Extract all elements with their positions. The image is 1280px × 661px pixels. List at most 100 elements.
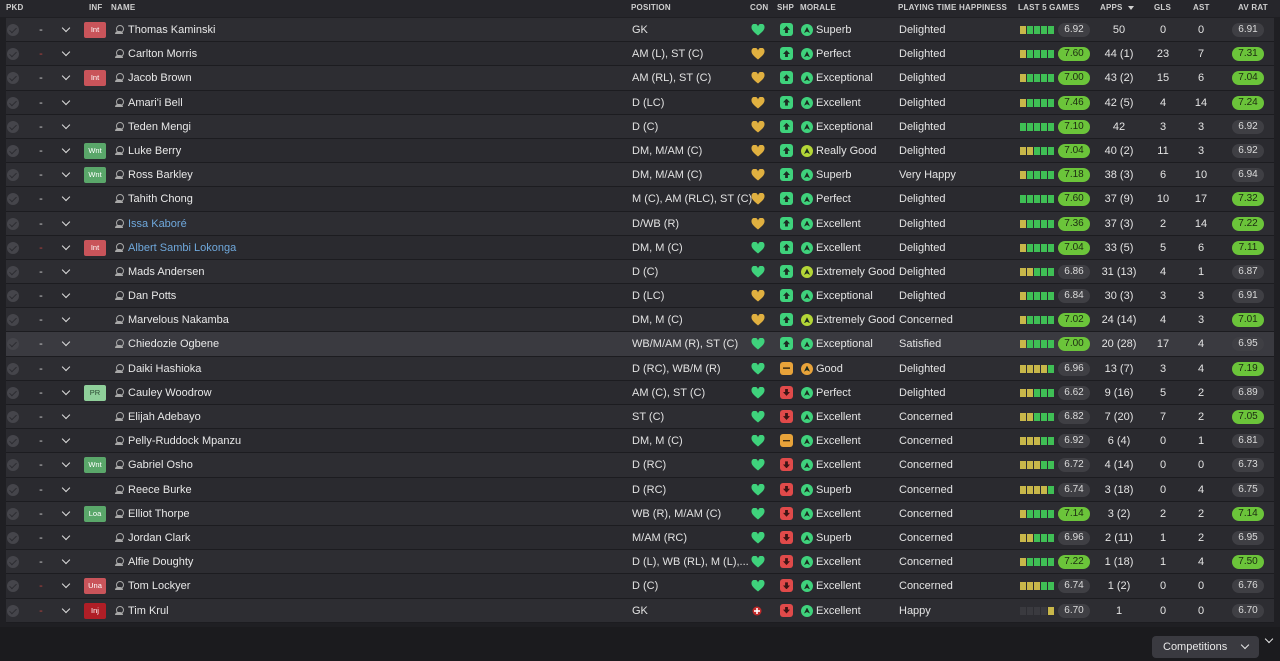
pick-check-icon[interactable] bbox=[7, 120, 19, 133]
pick-check-icon[interactable] bbox=[7, 72, 19, 85]
player-name[interactable]: Elijah Adebayo bbox=[128, 405, 201, 429]
col-apps[interactable]: APPS bbox=[1100, 3, 1134, 12]
table-row[interactable]: - Int Jacob Brown AM (RL), ST (C) Exceptiona… bbox=[6, 66, 1274, 91]
inf-badge[interactable]: Wnt bbox=[84, 457, 106, 474]
table-row[interactable]: - Teden Mengi D (C) Exceptional Delighted 7.1… bbox=[6, 114, 1274, 139]
chevron-down-icon[interactable] bbox=[62, 260, 72, 284]
chevron-down-icon[interactable] bbox=[62, 332, 72, 356]
table-row[interactable]: - Marvelous Nakamba DM, M (C) Extremely Goo… bbox=[6, 308, 1274, 333]
table-row[interactable]: - Wnt Luke Berry DM, M/AM (C) Really Good Del… bbox=[6, 138, 1274, 164]
chevron-down-icon[interactable] bbox=[62, 284, 72, 308]
pick-check-icon[interactable] bbox=[7, 169, 19, 182]
col-last5[interactable]: LAST 5 GAMES bbox=[1018, 3, 1080, 12]
chevron-down-icon[interactable] bbox=[62, 236, 72, 260]
player-name[interactable]: Luke Berry bbox=[128, 139, 181, 163]
chevron-down-icon[interactable] bbox=[62, 599, 72, 623]
pick-check-icon[interactable] bbox=[7, 580, 19, 593]
chevron-down-icon[interactable] bbox=[62, 405, 72, 429]
pick-check-icon[interactable] bbox=[7, 386, 19, 399]
chevron-down-icon[interactable] bbox=[62, 66, 72, 90]
col-avrat[interactable]: AV RAT bbox=[1238, 3, 1268, 12]
chevron-down-icon[interactable] bbox=[62, 381, 72, 405]
player-name[interactable]: Alfie Doughty bbox=[128, 550, 193, 574]
player-name[interactable]: Jordan Clark bbox=[128, 526, 190, 550]
pick-check-icon[interactable] bbox=[7, 556, 19, 569]
chevron-down-icon[interactable] bbox=[62, 357, 72, 381]
pick-check-icon[interactable] bbox=[7, 48, 19, 61]
chevron-down-icon[interactable] bbox=[62, 115, 72, 139]
chevron-down-icon[interactable] bbox=[62, 453, 72, 477]
table-row[interactable]: - Elijah Adebayo ST (C) Excellent Concerned 6… bbox=[6, 405, 1274, 430]
player-name[interactable]: Cauley Woodrow bbox=[128, 381, 212, 405]
chevron-down-icon[interactable] bbox=[62, 526, 72, 550]
inf-badge[interactable]: Inj bbox=[84, 602, 106, 619]
col-morale[interactable]: MORALE bbox=[800, 3, 836, 12]
table-row[interactable]: - Daiki Hashioka D (RC), WB/M (R) Good Delig… bbox=[6, 356, 1274, 381]
player-name[interactable]: Amari'i Bell bbox=[128, 91, 183, 115]
pick-check-icon[interactable] bbox=[7, 265, 19, 278]
pick-check-icon[interactable] bbox=[7, 411, 19, 423]
player-name[interactable]: Tahith Chong bbox=[128, 187, 193, 211]
player-name[interactable]: Elliot Thorpe bbox=[128, 502, 190, 526]
table-row[interactable]: - Wnt Ross Barkley DM, M/AM (C) Superb Very H… bbox=[6, 163, 1274, 188]
col-playing-time[interactable]: PLAYING TIME HAPPINESS bbox=[898, 3, 1007, 12]
pick-check-icon[interactable] bbox=[7, 217, 19, 230]
player-name[interactable]: Dan Potts bbox=[128, 284, 176, 308]
chevron-down-icon[interactable] bbox=[62, 478, 72, 502]
player-name[interactable]: Tim Krul bbox=[128, 599, 169, 623]
col-shp[interactable]: SHP bbox=[777, 3, 794, 12]
table-row[interactable]: - Tahith Chong M (C), AM (RLC), ST (C) Perf… bbox=[6, 187, 1274, 212]
table-row[interactable]: - Dan Potts D (LC) Exceptional Delighted 6.84… bbox=[6, 284, 1274, 309]
table-row[interactable]: - PR Cauley Woodrow AM (C), ST (C) Perfect De… bbox=[6, 380, 1274, 405]
table-row[interactable]: - Una Tom Lockyer D (C) Excellent Concerned 6.… bbox=[6, 574, 1274, 599]
inf-badge[interactable]: Wnt bbox=[84, 142, 106, 159]
table-row[interactable]: - Issa Kaboré D/WB (R) Excellent Delighted 7.… bbox=[6, 211, 1274, 236]
pick-check-icon[interactable] bbox=[7, 507, 19, 520]
col-inf[interactable]: INF bbox=[89, 3, 103, 12]
chevron-down-icon[interactable] bbox=[62, 91, 72, 115]
chevron-down-icon[interactable] bbox=[62, 42, 72, 66]
col-position[interactable]: POSITION bbox=[631, 3, 671, 12]
pick-check-icon[interactable] bbox=[7, 362, 19, 375]
pick-check-icon[interactable] bbox=[7, 435, 19, 448]
player-name[interactable]: Albert Sambi Lokonga bbox=[128, 236, 236, 260]
player-name[interactable]: Pelly-Ruddock Mpanzu bbox=[128, 429, 241, 453]
chevron-down-icon[interactable] bbox=[62, 429, 72, 453]
table-row[interactable]: - Chiedozie Ogbene WB/M/AM (R), ST (C) Exce… bbox=[6, 332, 1274, 357]
col-gls[interactable]: GLS bbox=[1154, 3, 1171, 12]
chevron-down-icon[interactable] bbox=[62, 550, 72, 574]
pick-check-icon[interactable] bbox=[7, 338, 19, 351]
player-name[interactable]: Gabriel Osho bbox=[128, 453, 193, 477]
pick-check-icon[interactable] bbox=[7, 193, 19, 206]
inf-badge[interactable]: Loa bbox=[84, 505, 106, 522]
competitions-dropdown[interactable]: Competitions bbox=[1152, 636, 1259, 658]
inf-badge[interactable]: Una bbox=[84, 578, 106, 595]
player-name[interactable]: Reece Burke bbox=[128, 478, 192, 502]
table-row[interactable]: - Mads Andersen D (C) Extremely Good Delight… bbox=[6, 259, 1274, 285]
chevron-down-icon[interactable] bbox=[62, 308, 72, 332]
pick-check-icon[interactable] bbox=[7, 24, 19, 36]
table-row[interactable]: - Carlton Morris AM (L), ST (C) Perfect Deli… bbox=[6, 42, 1274, 67]
player-name[interactable]: Marvelous Nakamba bbox=[128, 308, 229, 332]
player-name[interactable]: Ross Barkley bbox=[128, 163, 193, 187]
chevron-down-icon[interactable] bbox=[62, 187, 72, 211]
inf-badge[interactable]: Int bbox=[84, 22, 106, 38]
player-name[interactable]: Thomas Kaminski bbox=[128, 18, 215, 42]
col-con[interactable]: CON bbox=[750, 3, 768, 12]
col-name[interactable]: NAME bbox=[111, 3, 135, 12]
table-row[interactable]: - Int Albert Sambi Lokonga DM, M (C) Excelle… bbox=[6, 235, 1274, 260]
chevron-down-icon[interactable] bbox=[62, 163, 72, 187]
table-row[interactable]: - Amari'i Bell D (LC) Excellent Delighted 7.4… bbox=[6, 90, 1274, 115]
chevron-down-icon[interactable] bbox=[62, 212, 72, 236]
col-pkd[interactable]: PKD bbox=[6, 3, 24, 12]
table-row[interactable]: - Int Thomas Kaminski GK Superb Delighted 6.92… bbox=[6, 18, 1274, 43]
pick-check-icon[interactable] bbox=[7, 144, 19, 157]
pick-check-icon[interactable] bbox=[7, 290, 19, 303]
player-name[interactable]: Carlton Morris bbox=[128, 42, 197, 66]
pick-check-icon[interactable] bbox=[7, 604, 19, 617]
inf-badge[interactable]: PR bbox=[84, 384, 106, 401]
chevron-down-icon[interactable] bbox=[62, 139, 72, 163]
pick-check-icon[interactable] bbox=[7, 241, 19, 254]
chevron-down-icon[interactable] bbox=[62, 574, 72, 598]
pick-check-icon[interactable] bbox=[7, 531, 19, 544]
